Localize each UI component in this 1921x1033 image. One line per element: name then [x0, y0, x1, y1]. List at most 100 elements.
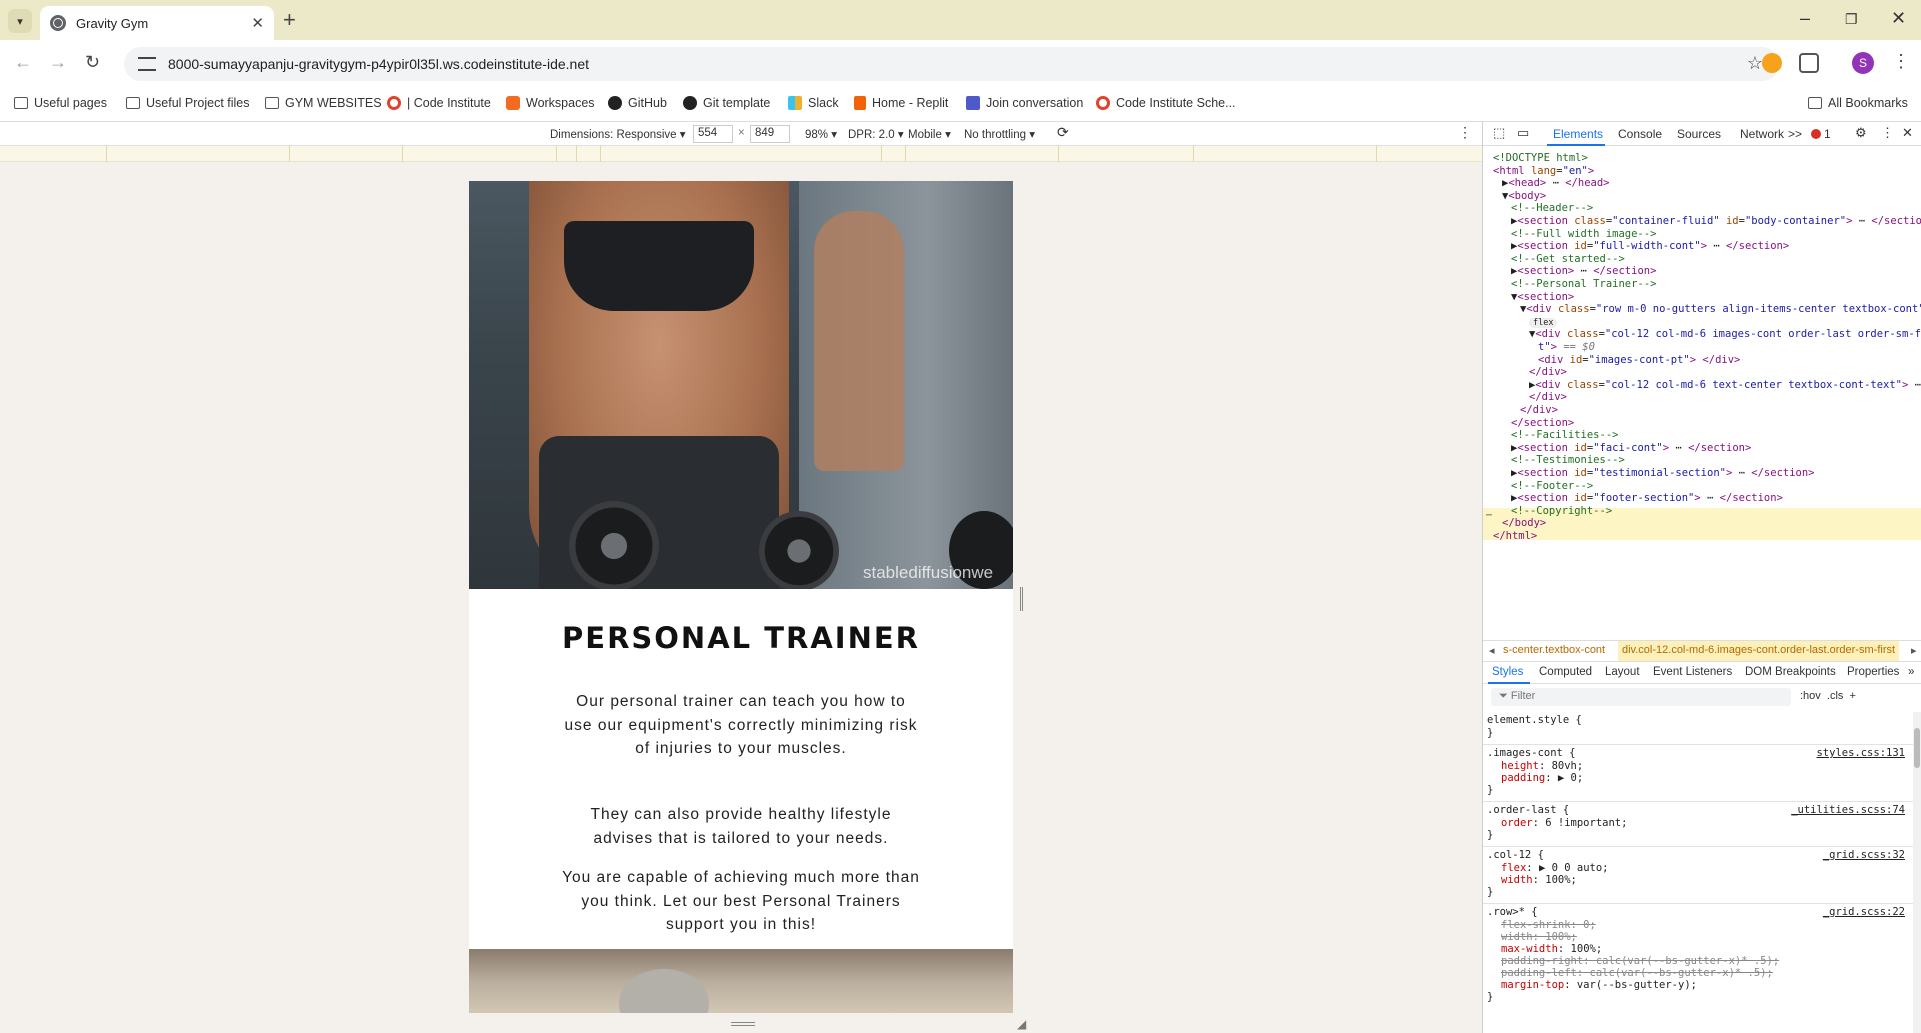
- css-selector[interactable]: .order-last {: [1487, 804, 1569, 817]
- address-bar[interactable]: 8000-sumayyapanju-gravitygym-p4ypir0l35l…: [124, 47, 1779, 81]
- inspect-element-icon[interactable]: ⬚: [1493, 125, 1505, 141]
- dom-node-line[interactable]: ▶<section id="testimonial-section"> ⋯ </…: [1511, 467, 1815, 480]
- device-toolbar-menu-icon[interactable]: ⋮: [1458, 124, 1472, 141]
- extension-icon[interactable]: [1762, 53, 1782, 73]
- bookmark-link[interactable]: Home - Replit: [854, 96, 948, 110]
- forward-arrow-icon[interactable]: →: [49, 52, 67, 73]
- bookmark-link[interactable]: Code Institute Sche...: [1096, 96, 1236, 110]
- breadcrumb-scroll-right-icon[interactable]: ▸: [1911, 644, 1917, 657]
- dom-node-line[interactable]: t"> == $0: [1538, 341, 1595, 354]
- bookmark-link[interactable]: Slack: [788, 96, 839, 110]
- dom-node-line[interactable]: ▶<section id="faci-cont"> ⋯ </section>: [1511, 442, 1751, 455]
- scrollbar-thumb[interactable]: [1914, 728, 1920, 768]
- ruler-tick[interactable]: [106, 146, 107, 162]
- ruler-tick[interactable]: [1376, 146, 1377, 162]
- styles-filter-input[interactable]: ⏷ Filter: [1491, 688, 1791, 706]
- devtools-menu-icon[interactable]: ⋮: [1881, 125, 1894, 141]
- ruler-tick[interactable]: [289, 146, 290, 162]
- css-source-link[interactable]: _grid.scss:32: [1823, 849, 1905, 862]
- back-arrow-icon[interactable]: ←: [14, 52, 32, 73]
- dimensions-dropdown[interactable]: Dimensions: Responsive ▾: [550, 127, 686, 141]
- styles-filter-tools[interactable]: :hov .cls +: [1800, 690, 1856, 702]
- tab-styles[interactable]: Styles: [1492, 666, 1523, 678]
- resize-handle-right[interactable]: [1020, 587, 1023, 611]
- new-tab-button[interactable]: +: [283, 9, 296, 31]
- tab-properties[interactable]: Properties: [1847, 666, 1899, 678]
- dom-node-line[interactable]: </div>: [1529, 391, 1567, 404]
- dom-node-line[interactable]: ▶<section> ⋯ </section>: [1511, 265, 1656, 278]
- dom-node-line[interactable]: ▶<section class="container-fluid" id="bo…: [1511, 215, 1921, 228]
- breadcrumb-scroll-left-icon[interactable]: ◂: [1489, 644, 1495, 657]
- more-tabs-icon[interactable]: >>: [1788, 127, 1802, 141]
- dom-node-line[interactable]: ▶<head> ⋯ </head>: [1502, 177, 1610, 190]
- bookmark-link[interactable]: | Code Institute: [387, 96, 491, 110]
- height-input[interactable]: 849: [750, 125, 790, 143]
- browser-tab[interactable]: Gravity Gym ✕: [40, 6, 274, 40]
- device-toggle-icon[interactable]: ▭: [1517, 125, 1529, 141]
- styles-scrollbar[interactable]: [1913, 712, 1921, 1033]
- tab-dom-breakpoints[interactable]: DOM Breakpoints: [1745, 666, 1836, 678]
- dom-node-line[interactable]: ▼<section>: [1511, 291, 1574, 304]
- dom-node-line[interactable]: ▶<section id="full-width-cont"> ⋯ </sect…: [1511, 240, 1789, 253]
- ruler-tick[interactable]: [556, 146, 557, 162]
- tab-sources[interactable]: Sources: [1677, 127, 1721, 141]
- dom-node-line[interactable]: <div id="images-cont-pt"> </div>: [1538, 354, 1740, 367]
- tab-network[interactable]: Network: [1740, 127, 1784, 141]
- width-input[interactable]: 554: [693, 125, 733, 143]
- profile-avatar[interactable]: S: [1852, 52, 1874, 74]
- css-source-link[interactable]: _grid.scss:22: [1823, 906, 1905, 919]
- bookmark-link[interactable]: Workspaces: [506, 96, 595, 110]
- bookmark-link[interactable]: Git template: [683, 96, 770, 110]
- dpr-dropdown[interactable]: DPR: 2.0 ▾: [848, 127, 904, 141]
- extensions-puzzle-icon[interactable]: [1799, 53, 1819, 73]
- tab-layout[interactable]: Layout: [1605, 666, 1640, 678]
- close-tab-icon[interactable]: ✕: [251, 14, 264, 32]
- resize-handle-bottom[interactable]: [731, 1022, 755, 1026]
- throttling-dropdown[interactable]: No throttling ▾: [964, 127, 1035, 141]
- settings-gear-icon[interactable]: ⚙: [1855, 125, 1867, 141]
- all-bookmarks-folder[interactable]: All Bookmarks: [1808, 96, 1908, 110]
- ruler-tick[interactable]: [576, 146, 577, 162]
- error-count-badge[interactable]: 1: [1811, 127, 1831, 141]
- css-declaration[interactable]: width: 100%;: [1501, 874, 1577, 887]
- node-actions-icon[interactable]: ⋯: [1486, 510, 1492, 521]
- dom-node-line[interactable]: ▼<body>: [1502, 190, 1546, 203]
- dom-node-line[interactable]: </div>: [1520, 404, 1558, 417]
- css-selector[interactable]: .row>* {: [1487, 906, 1538, 919]
- more-style-tabs-icon[interactable]: »: [1908, 666, 1914, 678]
- dom-node-line[interactable]: </section>: [1511, 417, 1574, 430]
- dom-node-line[interactable]: <!--Footer-->: [1511, 480, 1593, 493]
- resize-corner-icon[interactable]: ◢: [1017, 1017, 1026, 1031]
- dom-node-line[interactable]: </body>: [1502, 517, 1546, 530]
- close-window-icon[interactable]: ✕: [1891, 8, 1906, 29]
- tab-search-button[interactable]: ▾: [8, 9, 32, 33]
- dom-node-line[interactable]: <html lang="en">: [1493, 165, 1594, 178]
- site-info-icon[interactable]: [138, 57, 156, 71]
- dom-node-line[interactable]: ▶<div class="col-12 col-md-6 text-center…: [1529, 379, 1921, 392]
- tab-console[interactable]: Console: [1618, 127, 1662, 141]
- css-declaration[interactable]: margin-top: var(--bs-gutter-y);: [1501, 979, 1697, 992]
- bookmark-star-icon[interactable]: ☆: [1747, 53, 1763, 74]
- css-selector[interactable]: .images-cont {: [1487, 747, 1576, 760]
- dom-node-line[interactable]: <!--Facilities-->: [1511, 429, 1618, 442]
- dom-node-line[interactable]: <!--Copyright-->: [1511, 505, 1612, 518]
- dom-node-line[interactable]: <!--Testimonies-->: [1511, 454, 1625, 467]
- ruler-tick[interactable]: [881, 146, 882, 162]
- minimize-icon[interactable]: –: [1800, 8, 1810, 29]
- restore-icon[interactable]: ❐: [1845, 11, 1858, 28]
- css-source-link[interactable]: _utilities.scss:74: [1791, 804, 1905, 817]
- dom-node-line[interactable]: ▼<div class="col-12 col-md-6 images-cont…: [1529, 328, 1921, 341]
- bookmark-folder[interactable]: GYM WEBSITES: [265, 96, 382, 110]
- ruler-tick[interactable]: [1193, 146, 1194, 162]
- tab-elements[interactable]: Elements: [1553, 127, 1603, 141]
- dom-node-line[interactable]: </html>: [1493, 530, 1537, 543]
- dom-node-line[interactable]: <!DOCTYPE html>: [1493, 152, 1588, 165]
- ruler-tick[interactable]: [905, 146, 906, 162]
- dom-node-line[interactable]: </div>: [1529, 366, 1567, 379]
- rotate-icon[interactable]: ⟳: [1057, 124, 1069, 141]
- dom-node-line[interactable]: <!--Header-->: [1511, 202, 1593, 215]
- ruler-tick[interactable]: [1058, 146, 1059, 162]
- breadcrumb-item-selected[interactable]: div.col-12.col-md-6.images-cont.order-la…: [1618, 641, 1900, 661]
- css-source-link[interactable]: styles.css:131: [1816, 747, 1905, 760]
- dom-node-line[interactable]: <!--Full width image-->: [1511, 228, 1656, 241]
